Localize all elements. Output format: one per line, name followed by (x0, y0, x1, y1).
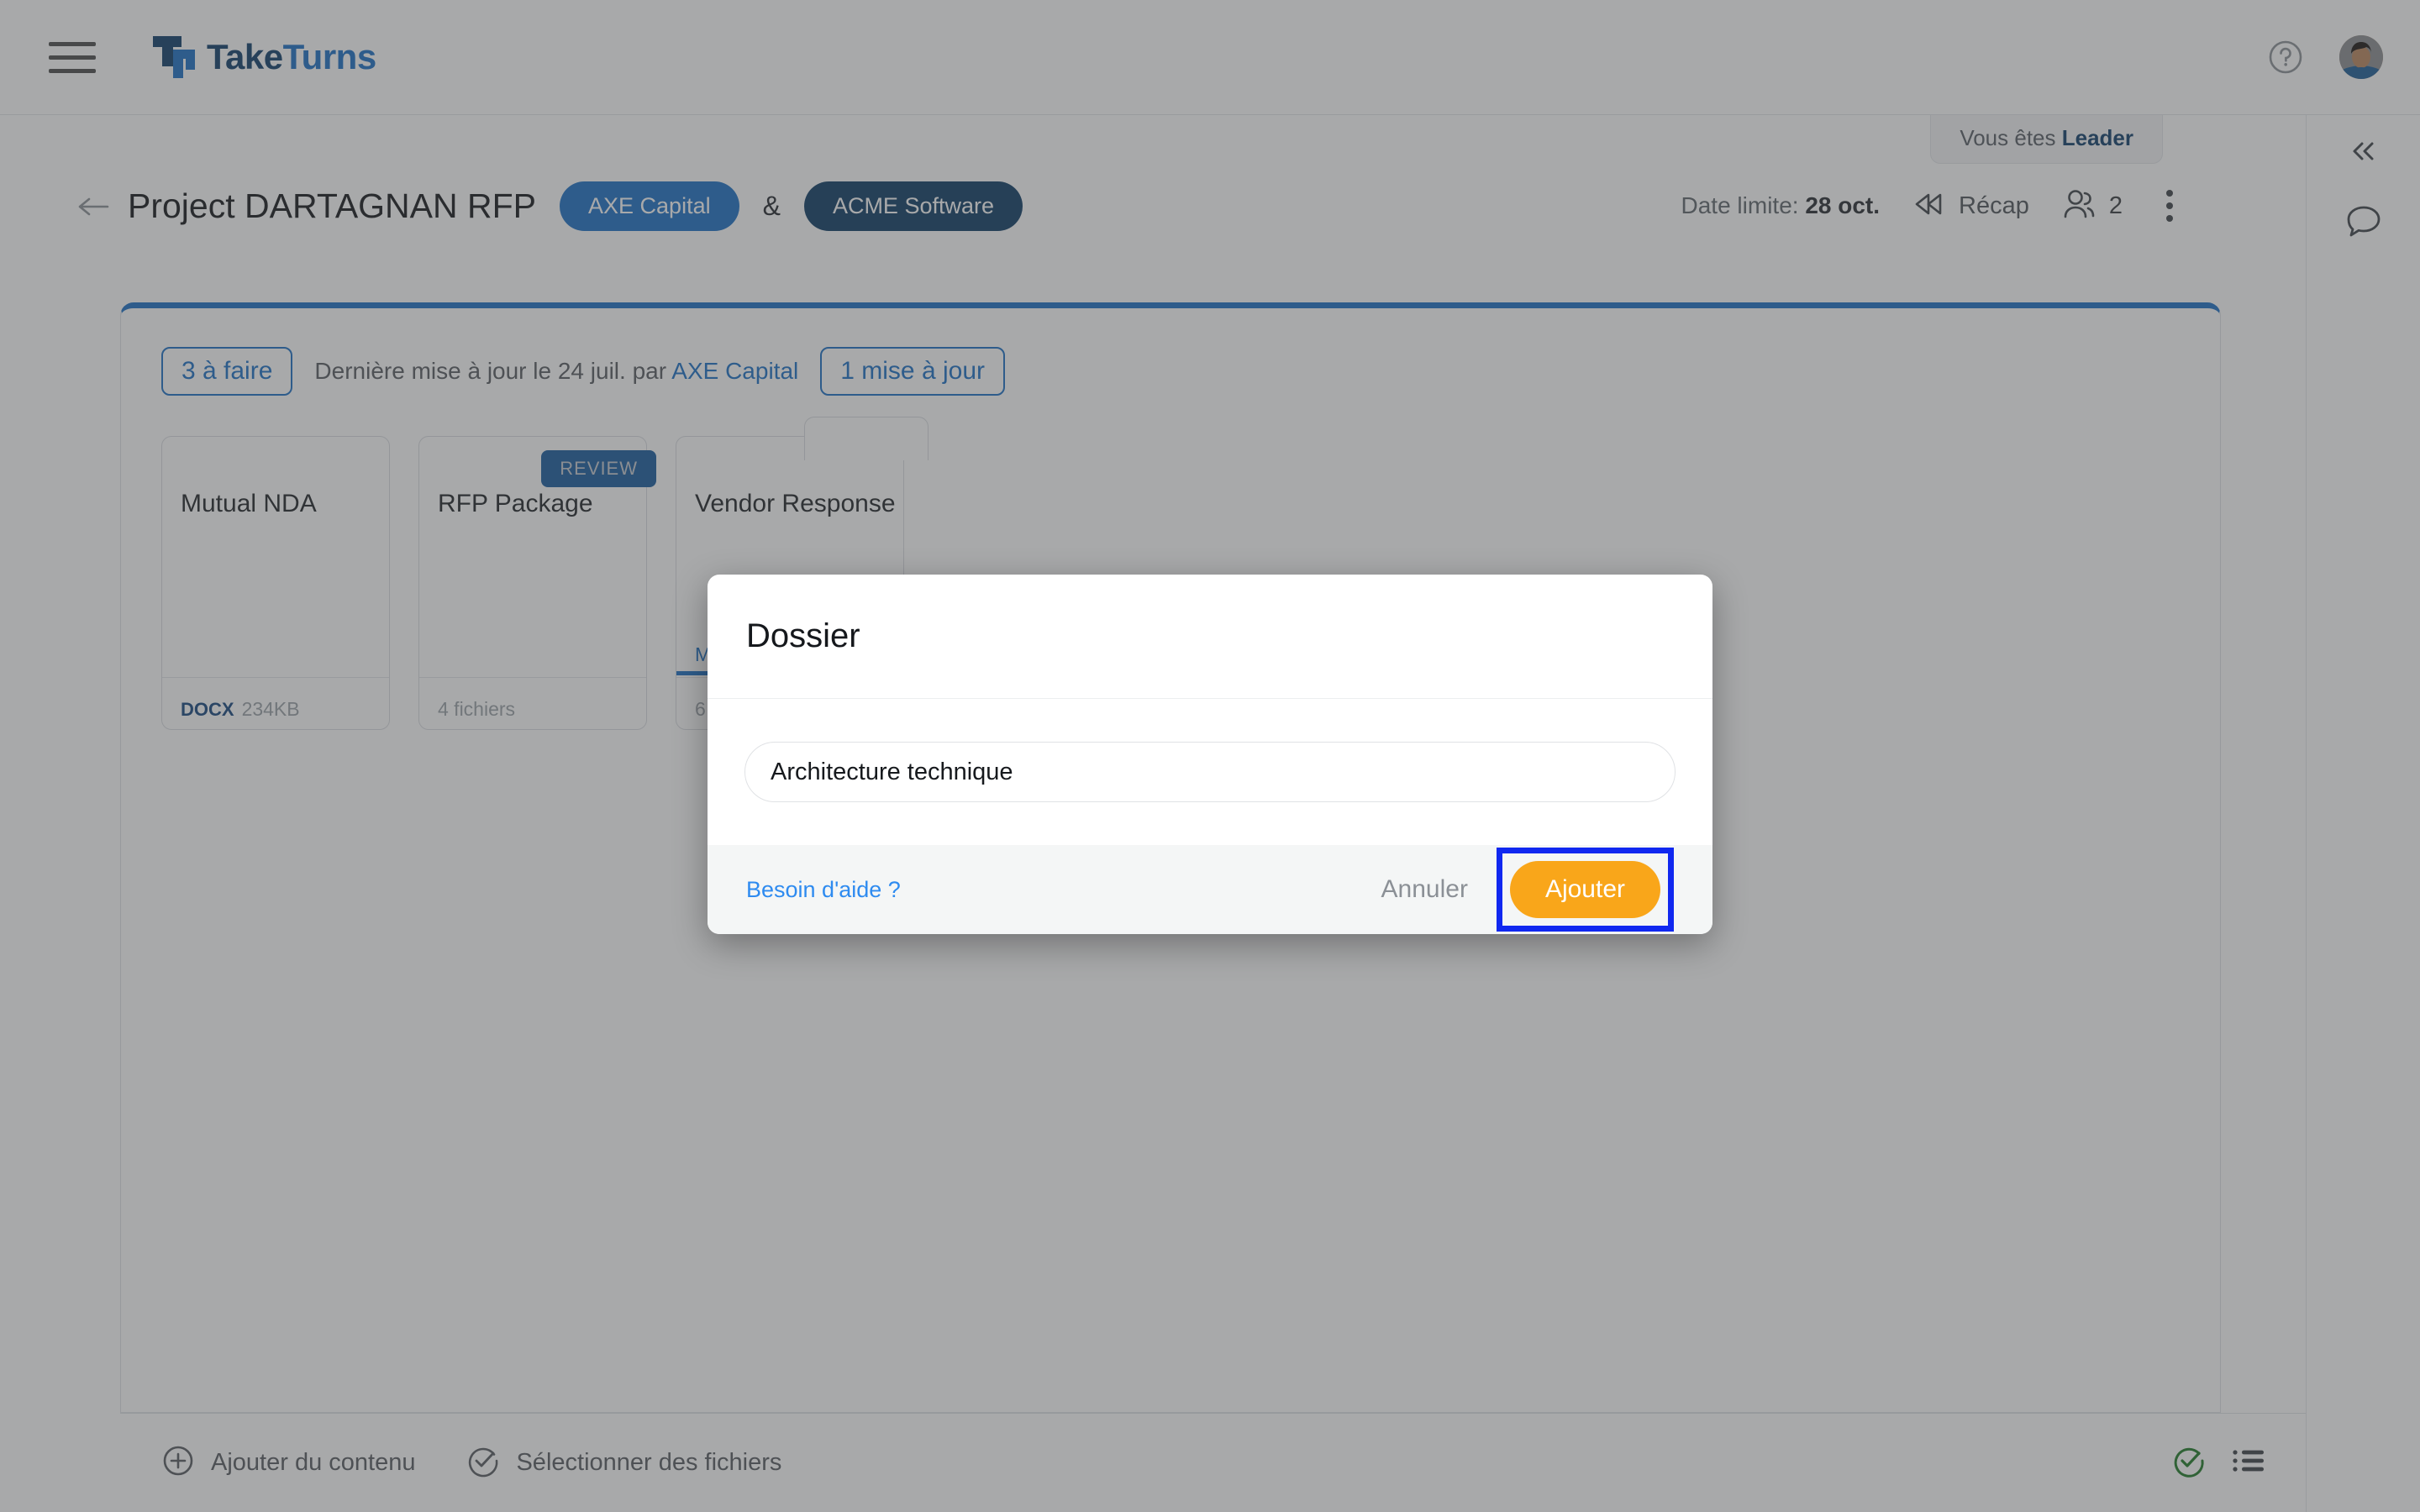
add-button-highlight: Ajouter (1496, 848, 1674, 932)
folder-dialog: Dossier Besoin d'aide ? Annuler Ajouter (708, 575, 1712, 934)
dialog-actions: Annuler Ajouter (1361, 848, 1674, 932)
dialog-title: Dossier (746, 617, 860, 654)
dialog-body (708, 699, 1712, 845)
dialog-footer: Besoin d'aide ? Annuler Ajouter (708, 845, 1712, 934)
help-link[interactable]: Besoin d'aide ? (746, 877, 901, 903)
folder-name-input[interactable] (744, 742, 1676, 802)
add-button[interactable]: Ajouter (1509, 861, 1660, 918)
cancel-button[interactable]: Annuler (1361, 865, 1488, 914)
app-root: TakeTurns Vous êtes Leader Project DARTA… (0, 0, 2420, 1512)
dialog-header: Dossier (708, 575, 1712, 699)
